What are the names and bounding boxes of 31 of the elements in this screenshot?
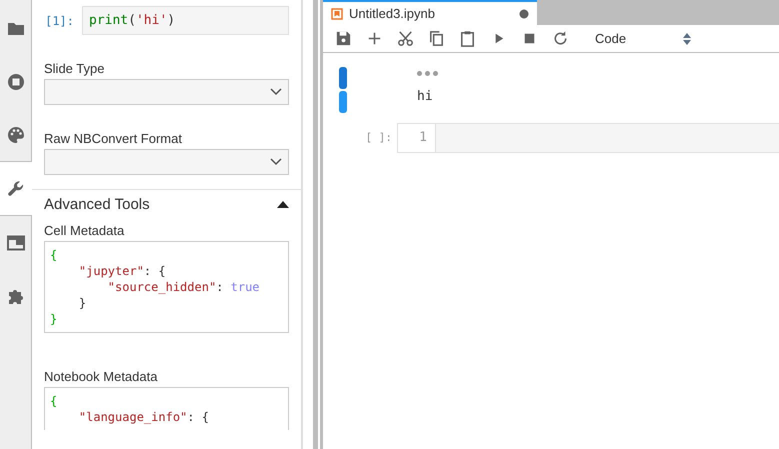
save-icon bbox=[334, 29, 353, 48]
ellipsis-icon[interactable] bbox=[417, 71, 438, 76]
cell-output: hi bbox=[417, 89, 434, 104]
notebook-icon bbox=[331, 8, 343, 20]
up-down-arrows-icon bbox=[683, 32, 691, 44]
section-title: Advanced Tools bbox=[44, 196, 150, 213]
clipboard-icon bbox=[458, 29, 477, 48]
chevron-down-icon bbox=[270, 88, 282, 96]
chevron-down-icon bbox=[270, 158, 282, 166]
notebook-tab[interactable]: Untitled3.ipynb bbox=[323, 0, 537, 25]
field-label: Slide Type bbox=[44, 61, 106, 76]
sidebar-tab[interactable] bbox=[0, 161, 32, 216]
editor-label: Cell Metadata bbox=[44, 223, 126, 238]
stop-circle-icon bbox=[6, 72, 26, 92]
cell-prompt: [1]: bbox=[44, 14, 74, 28]
editor-label: Notebook Metadata bbox=[44, 369, 158, 384]
cut-button[interactable] bbox=[395, 29, 416, 48]
wrench-icon bbox=[6, 178, 26, 198]
scissors-icon bbox=[396, 29, 415, 48]
window-icon bbox=[6, 232, 26, 252]
cell-prompt: [ ]: bbox=[364, 130, 393, 146]
palette-icon bbox=[6, 124, 26, 144]
json-editor[interactable]: { "jupyter": { "source_hidden": true } } bbox=[44, 241, 289, 333]
field-label: Raw NBConvert Format bbox=[44, 131, 183, 146]
section-header[interactable]: Advanced Tools bbox=[32, 189, 301, 213]
cell-type-dropdown[interactable]: Code bbox=[595, 31, 691, 46]
cell-collapser[interactable] bbox=[339, 67, 347, 113]
copy-icon bbox=[427, 29, 446, 48]
line-number: 1 bbox=[398, 124, 436, 152]
code-cell: print('hi') bbox=[82, 6, 289, 35]
json-editor[interactable]: { "language_info": { bbox=[44, 387, 289, 430]
